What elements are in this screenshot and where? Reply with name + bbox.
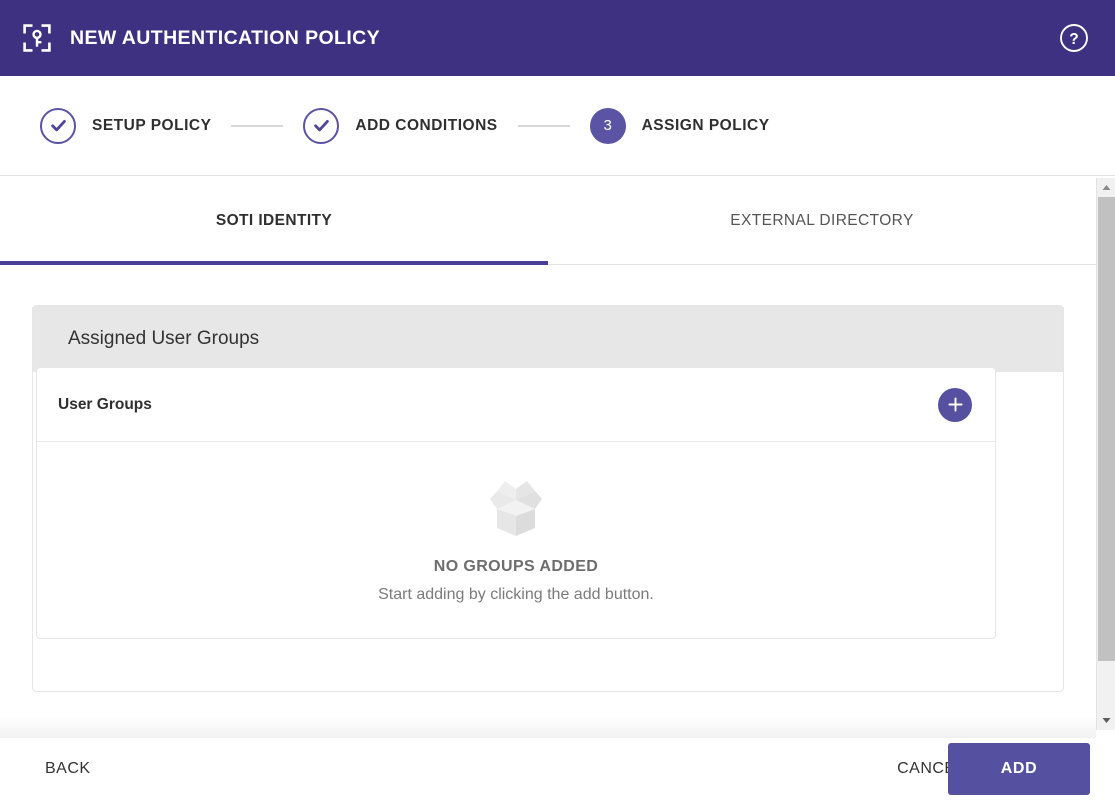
empty-box-icon [483, 476, 549, 538]
step-complete-check-icon [303, 107, 340, 144]
stepper-step-add-conditions[interactable]: ADD CONDITIONS [303, 107, 498, 144]
assigned-user-groups-panel-header: Assigned User Groups [33, 306, 1063, 372]
wizard-stepper: SETUP POLICY ADD CONDITIONS 3 ASSIGN POL… [0, 76, 1115, 176]
stepper-step-label: ASSIGN POLICY [641, 116, 770, 134]
stepper-connector [517, 124, 570, 127]
scroll-up-arrow-icon[interactable] [1097, 178, 1115, 197]
stepper-step-label: ADD CONDITIONS [355, 116, 498, 134]
stepper-connector [231, 124, 284, 127]
user-groups-empty-state: NO GROUPS ADDED Start adding by clicking… [37, 442, 995, 638]
wizard-footer: BACK CANCEL ADD [0, 738, 1115, 800]
user-groups-card-header: User Groups [37, 368, 995, 442]
empty-state-subtitle: Start adding by clicking the add button. [378, 586, 654, 603]
authentication-policy-icon [22, 23, 52, 53]
assigned-user-groups-title: Assigned User Groups [68, 328, 260, 349]
tab-label: EXTERNAL DIRECTORY [730, 211, 914, 229]
stepper-step-setup-policy[interactable]: SETUP POLICY [40, 107, 212, 144]
stepper-step-label: SETUP POLICY [92, 116, 212, 134]
user-groups-title: User Groups [58, 395, 152, 413]
help-circle-icon[interactable]: ? [1059, 23, 1089, 53]
add-user-group-button[interactable] [938, 387, 972, 422]
step-number-badge: 3 [589, 107, 626, 144]
assign-policy-content: Assigned User Groups User Groups NO GROU… [0, 265, 1096, 738]
content-scrollbar[interactable] [1096, 178, 1115, 730]
step-complete-check-icon [40, 107, 76, 144]
scroll-down-arrow-icon[interactable] [1097, 711, 1115, 730]
new-authentication-policy-wizard: NEW AUTHENTICATION POLICY ? SETUP POLICY [0, 0, 1115, 800]
tab-bar: SOTI IDENTITY EXTERNAL DIRECTORY [0, 177, 1096, 265]
back-button[interactable]: BACK [41, 752, 95, 786]
page-header: NEW AUTHENTICATION POLICY ? [0, 0, 1115, 76]
add-button[interactable]: ADD [948, 743, 1090, 795]
stepper-step-assign-policy[interactable]: 3 ASSIGN POLICY [589, 107, 770, 144]
header-left-group: NEW AUTHENTICATION POLICY [22, 23, 380, 53]
scrollbar-thumb[interactable] [1098, 197, 1115, 661]
empty-state-title: NO GROUPS ADDED [433, 558, 599, 575]
user-groups-card: User Groups NO GROUPS ADDED Start adding… [36, 367, 996, 639]
tab-external-directory[interactable]: EXTERNAL DIRECTORY [548, 177, 1096, 264]
tab-label: SOTI IDENTITY [215, 211, 333, 229]
page-title: NEW AUTHENTICATION POLICY [70, 26, 381, 49]
tab-soti-identity[interactable]: SOTI IDENTITY [0, 177, 548, 265]
svg-text:?: ? [1069, 31, 1078, 48]
